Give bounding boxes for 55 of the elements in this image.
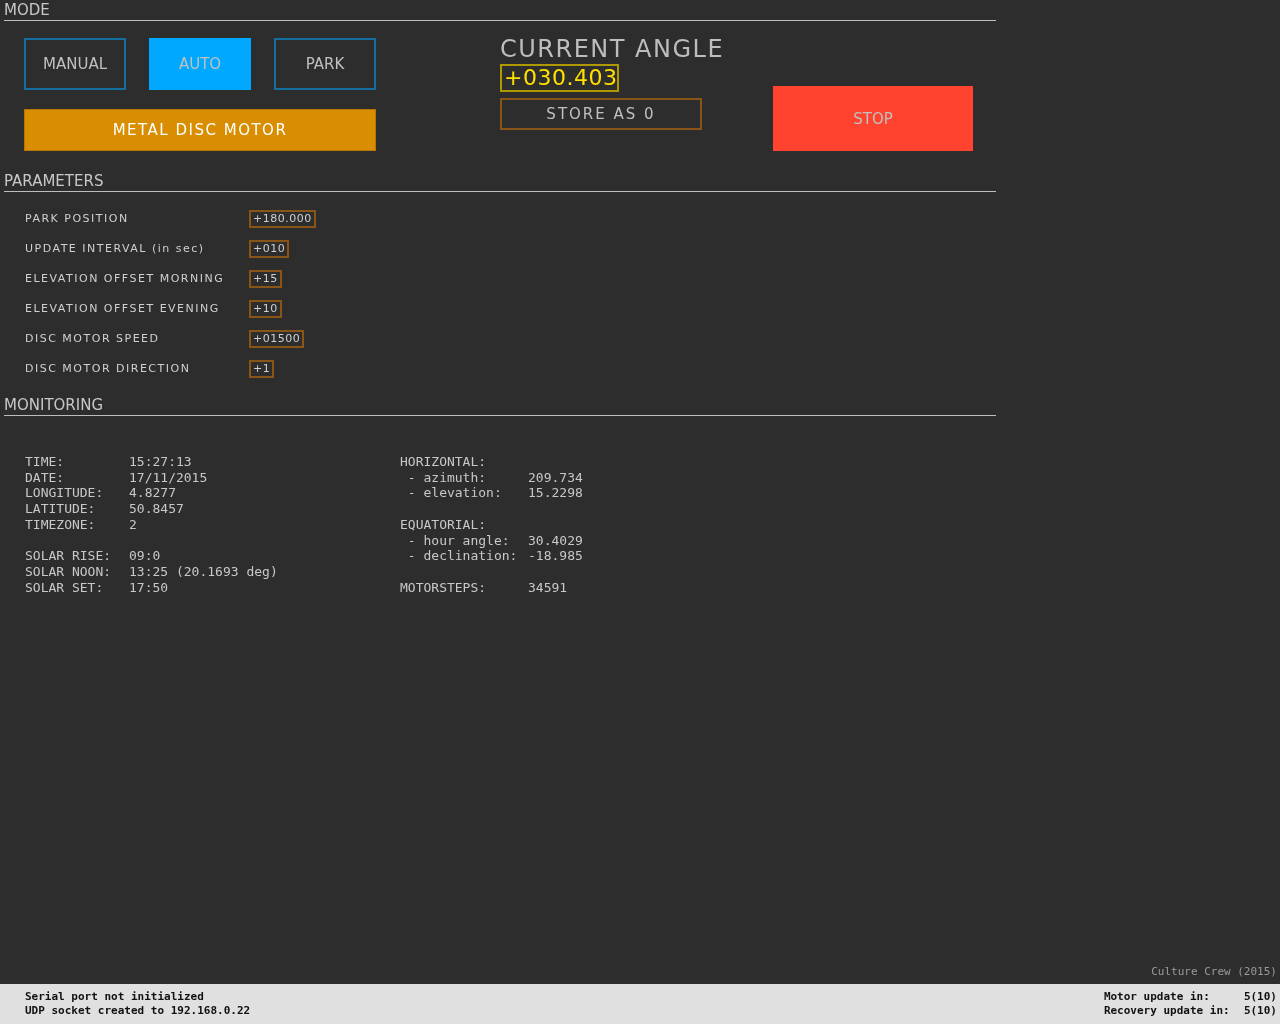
monitor-label: TIME: bbox=[25, 454, 66, 470]
monitor-value: 17:50 bbox=[129, 579, 170, 596]
mode-button[interactable]: MANUAL bbox=[24, 38, 126, 90]
monitor-label: MOTORSTEPS: bbox=[400, 579, 488, 596]
parameter-label: DISC MOTOR DIRECTION bbox=[25, 361, 191, 377]
parameter-field[interactable]: +010 bbox=[249, 240, 290, 258]
counter-label: Recovery update in: bbox=[1103, 1004, 1231, 1018]
monitor-value: 2 bbox=[129, 516, 138, 533]
status-message: Serial port not initialized bbox=[25, 990, 205, 1004]
monitor-value: 17/11/2015 bbox=[129, 469, 209, 486]
monitor-value: 209.734 bbox=[528, 469, 584, 486]
parameter-label: ELEVATION OFFSET MORNING bbox=[25, 271, 225, 287]
parameter-label: ELEVATION OFFSET EVENING bbox=[25, 301, 220, 317]
monitor-value: 34591 bbox=[528, 579, 569, 596]
monitor-value: -18.985 bbox=[528, 548, 584, 564]
monitor-value: 50.8457 bbox=[129, 501, 185, 517]
section-title: PARAMETERS bbox=[4, 171, 996, 192]
parameter-label: DISC MOTOR SPEED bbox=[25, 331, 160, 347]
monitor-label: LATITUDE: bbox=[25, 501, 97, 517]
monitor-value: 15:27:13 bbox=[129, 454, 193, 470]
monitor-value: 30.4029 bbox=[528, 532, 584, 549]
monitor-value: 4.8277 bbox=[129, 485, 177, 502]
parameter-field[interactable]: +180.000 bbox=[249, 210, 316, 228]
credit-text: Culture Crew (2015) bbox=[1151, 965, 1277, 978]
monitor-label: SOLAR RISE: bbox=[25, 548, 113, 564]
mode-button[interactable]: PARK bbox=[274, 38, 376, 90]
monitor-value: 09:0 bbox=[129, 548, 162, 564]
angle-value: +030.403 bbox=[500, 64, 620, 92]
monitor-label: SOLAR SET: bbox=[25, 579, 105, 596]
counter-label: Motor update in: bbox=[1103, 990, 1211, 1004]
status-message: UDP socket created to 192.168.0.22 bbox=[25, 1004, 251, 1018]
parameter-label: PARK POSITION bbox=[25, 211, 129, 227]
section-title: MODE bbox=[4, 0, 996, 21]
monitor-label: TIMEZONE: bbox=[25, 516, 97, 533]
monitor-heading: EQUATORIAL: bbox=[400, 516, 488, 533]
parameter-label: UPDATE INTERVAL (in sec) bbox=[25, 241, 205, 257]
monitor-label: SOLAR NOON: bbox=[25, 563, 113, 580]
angle-title: CURRENT ANGLE bbox=[500, 34, 725, 64]
monitor-label: LONGITUDE: bbox=[25, 485, 105, 502]
store-button[interactable]: STORE AS 0 bbox=[500, 98, 702, 130]
section-title: MONITORING bbox=[4, 395, 996, 416]
monitor-value: 15.2298 bbox=[528, 485, 584, 502]
counter-value: 5(10) bbox=[1243, 1004, 1277, 1018]
parameter-field[interactable]: +10 bbox=[249, 300, 282, 318]
monitor-label: - azimuth: bbox=[406, 469, 488, 486]
parameter-field[interactable]: +01500 bbox=[249, 330, 305, 348]
monitor-value: 13:25 (20.1693 deg) bbox=[129, 563, 279, 580]
parameter-field[interactable]: +15 bbox=[249, 270, 282, 288]
monitor-label: - declination: bbox=[406, 548, 519, 564]
counter-value: 5(10) bbox=[1243, 990, 1277, 1004]
monitor-label: DATE: bbox=[25, 469, 66, 486]
monitor-label: - hour angle: bbox=[406, 532, 511, 549]
monitor-label: - elevation: bbox=[406, 485, 503, 502]
monitor-heading: HORIZONTAL: bbox=[400, 454, 488, 470]
parameter-field[interactable]: +1 bbox=[249, 360, 275, 378]
